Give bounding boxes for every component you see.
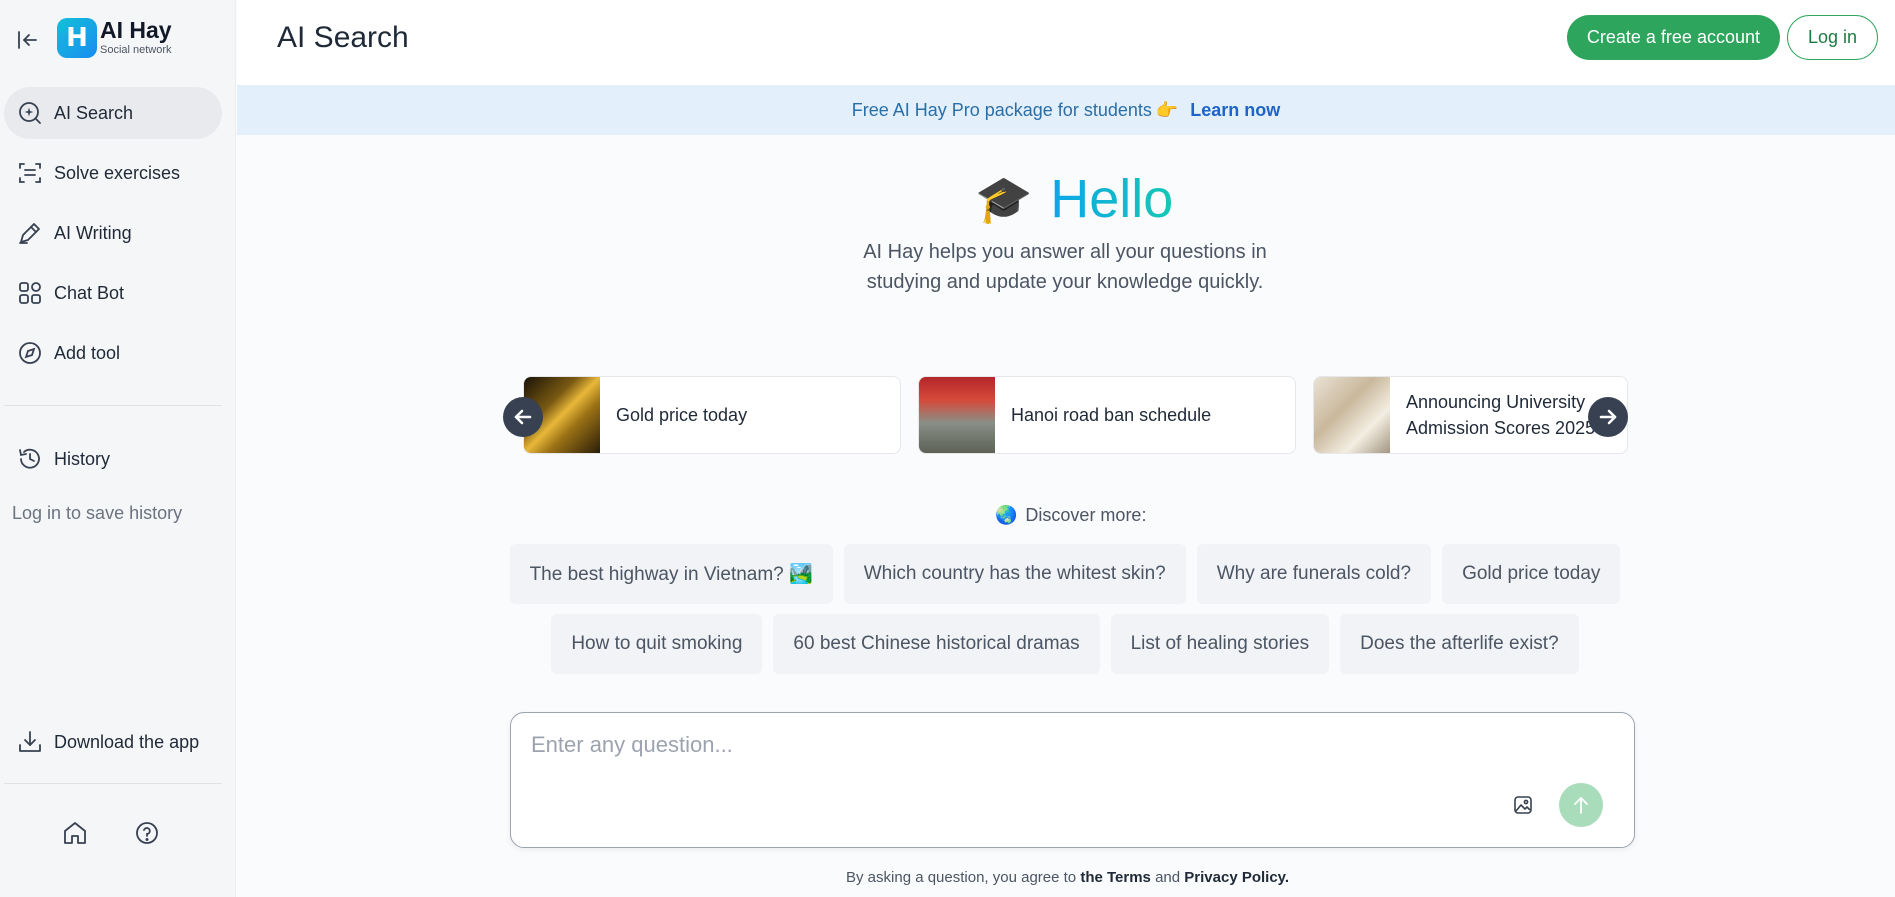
- discover-label: Discover more:: [1025, 505, 1147, 525]
- suggestion-chip[interactable]: The best highway in Vietnam? 🏞️: [509, 544, 833, 604]
- sidebar-item-label: AI Writing: [54, 222, 132, 243]
- logo-icon[interactable]: H: [57, 18, 97, 58]
- terms-notice: By asking a question, you agree to the T…: [846, 869, 1289, 886]
- scan-icon: [16, 159, 44, 187]
- create-account-button[interactable]: Create a free account: [1566, 15, 1780, 60]
- suggestion-chip[interactable]: How to quit smoking: [551, 614, 763, 674]
- sidebar-item-label: Solve exercises: [54, 162, 181, 183]
- page-title: AI Search: [277, 21, 409, 54]
- sidebar-item-label: History: [54, 448, 111, 469]
- hero-title: 🎓 Hello: [975, 166, 1173, 232]
- download-app-label: Download the app: [54, 731, 200, 752]
- sidebar-item-ai-writing[interactable]: AI Writing: [4, 207, 222, 259]
- sidebar-item-label: Add tool: [54, 342, 121, 363]
- header: AI Search Create a free account Log in: [237, 0, 1895, 85]
- globe-icon: 🌏: [995, 505, 1018, 525]
- terms-prefix: By asking a question, you agree to: [846, 869, 1077, 886]
- suggestion-row: The best highway in Vietnam? 🏞️ Which co…: [0, 544, 1895, 604]
- carousel-next-button[interactable]: [1588, 397, 1628, 437]
- image-upload-icon[interactable]: [1511, 793, 1535, 817]
- history-icon: [16, 445, 44, 473]
- sidebar-item-add-tool[interactable]: Add tool: [4, 327, 222, 379]
- learn-now-link[interactable]: Learn now: [1190, 100, 1280, 121]
- trending-card[interactable]: Gold price today: [523, 376, 901, 454]
- download-app-button[interactable]: Download the app: [4, 716, 222, 768]
- terms-link[interactable]: the Terms: [1080, 869, 1151, 886]
- sidebar-item-label: AI Search: [54, 102, 134, 123]
- suggestion-chip[interactable]: Gold price today: [1442, 544, 1621, 604]
- trending-card[interactable]: Hanoi road ban schedule: [918, 376, 1296, 454]
- hero-subtitle: AI Hay helps you answer all your questio…: [863, 241, 1267, 293]
- sidebar-item-history[interactable]: History: [4, 433, 222, 485]
- trending-card[interactable]: Announcing University Admission Scores 2…: [1313, 376, 1628, 454]
- logo-tagline: Social network: [100, 44, 172, 56]
- sidebar-item-solve-exercises[interactable]: Solve exercises: [4, 147, 222, 199]
- sidebar-item-ai-search[interactable]: AI Search: [4, 87, 222, 139]
- hanoi-street-image: [919, 377, 995, 453]
- help-icon[interactable]: [132, 818, 162, 848]
- send-button[interactable]: [1559, 783, 1603, 827]
- suggestion-row: How to quit smoking 60 best Chinese hist…: [0, 614, 1895, 674]
- privacy-policy-link[interactable]: Privacy Policy.: [1184, 869, 1289, 886]
- suggestion-chip[interactable]: 60 best Chinese historical dramas: [773, 614, 1100, 674]
- suggestion-chip[interactable]: Why are funerals cold?: [1196, 544, 1432, 604]
- pen-icon: [16, 219, 44, 247]
- trending-card-label: Gold price today: [616, 405, 748, 425]
- sidebar-item-label: Chat Bot: [54, 282, 125, 303]
- graduation-cap-icon: 🎓: [975, 172, 1033, 225]
- logo[interactable]: AI Hay Social network: [100, 18, 172, 57]
- pointing-hand-icon: 👉: [1155, 99, 1179, 120]
- terms-and: and: [1155, 869, 1181, 886]
- history-hint: Log in to save history: [12, 503, 183, 523]
- question-input[interactable]: [531, 725, 1591, 765]
- sidebar-divider: [4, 783, 222, 784]
- home-icon[interactable]: [60, 818, 90, 848]
- question-box: [510, 712, 1635, 848]
- trending-card-label: Hanoi road ban schedule: [1011, 405, 1212, 425]
- collapse-sidebar-icon[interactable]: [14, 27, 40, 53]
- logo-name: AI Hay: [100, 17, 172, 43]
- banner-text: Free AI Hay Pro package for students: [851, 99, 1152, 120]
- hero-hello: Hello: [1050, 169, 1174, 229]
- sidebar: H AI Hay Social network AI Search Solve …: [0, 0, 236, 897]
- grid-icon: [16, 279, 44, 307]
- students-exam-image: [1314, 377, 1390, 453]
- sidebar-divider: [4, 405, 222, 406]
- download-icon: [16, 728, 44, 756]
- trending-card-label: Announcing University Admission Scores 2…: [1406, 392, 1596, 438]
- suggestion-chip[interactable]: Which country has the whitest skin?: [843, 544, 1186, 604]
- sidebar-footer: [60, 818, 162, 848]
- compass-icon: [16, 339, 44, 367]
- sidebar-item-chat-bot[interactable]: Chat Bot: [4, 267, 222, 319]
- carousel-prev-button[interactable]: [503, 397, 543, 437]
- discover-heading: 🌏 Discover more:: [995, 505, 1146, 526]
- suggestion-chip[interactable]: Does the afterlife exist?: [1340, 614, 1579, 674]
- suggestion-chip[interactable]: List of healing stories: [1110, 614, 1330, 674]
- search-sparkle-icon: [16, 99, 44, 127]
- promo-banner: Free AI Hay Pro package for students 👉 L…: [237, 85, 1895, 135]
- trending-carousel: Gold price today Hanoi road ban schedule…: [503, 376, 1628, 454]
- login-button[interactable]: Log in: [1786, 15, 1878, 60]
